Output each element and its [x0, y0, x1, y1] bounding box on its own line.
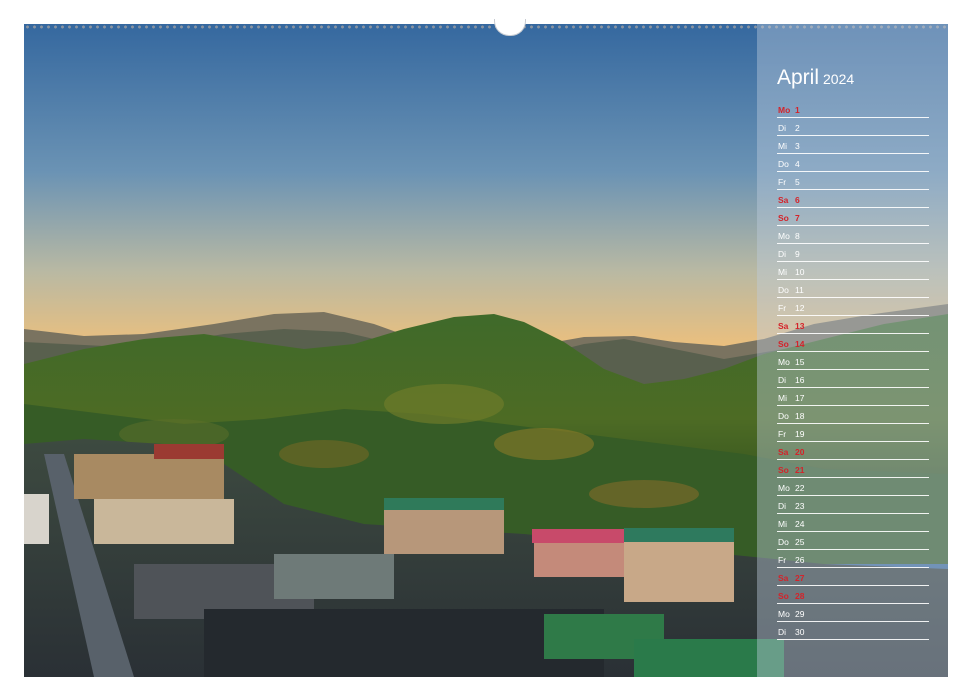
day-row: Sa 20 — [777, 442, 929, 460]
day-row: Do 11 — [777, 280, 929, 298]
weekday-label: Mi — [778, 141, 787, 151]
weekday-label: Do — [778, 537, 789, 547]
day-number: 10 — [795, 267, 805, 277]
day-number: 1 — [795, 105, 800, 115]
weekday-label: Sa — [778, 321, 789, 331]
day-row: Fr 19 — [777, 424, 929, 442]
weekday-label: So — [778, 213, 789, 223]
weekday-label: Mi — [778, 393, 787, 403]
weekday-label: Mi — [778, 267, 787, 277]
day-row: Do 18 — [777, 406, 929, 424]
day-number: 24 — [795, 519, 805, 529]
weekday-label: So — [778, 465, 789, 475]
day-number: 27 — [795, 573, 805, 583]
calendar-page: April 2024 Mo 1 Di 2 Mi 3 Do 4 Fr 5 Sa 6 So 7 Mo 8 Di 9 Mi 1… — [0, 0, 971, 700]
day-number: 11 — [795, 285, 804, 295]
day-row: Sa 27 — [777, 568, 929, 586]
day-number: 28 — [795, 591, 805, 601]
year: 2024 — [823, 71, 855, 87]
day-number: 9 — [795, 249, 800, 259]
day-row: So 21 — [777, 460, 929, 478]
weekday-label: Fr — [778, 555, 787, 565]
day-number: 19 — [795, 429, 805, 439]
day-row: Fr 26 — [777, 550, 929, 568]
day-number: 8 — [795, 231, 800, 241]
day-row: Mi 10 — [777, 262, 929, 280]
day-number: 25 — [795, 537, 805, 547]
day-number: 4 — [795, 159, 800, 169]
day-row: Di 9 — [777, 244, 929, 262]
day-number: 5 — [795, 177, 800, 187]
weekday-label: Fr — [778, 177, 787, 187]
day-row: So 7 — [777, 208, 929, 226]
weekday-label: Sa — [778, 447, 789, 457]
weekday-label: Sa — [778, 195, 789, 205]
weekday-label: Di — [778, 375, 787, 385]
day-number: 16 — [795, 375, 805, 385]
day-number: 29 — [795, 609, 805, 619]
day-number: 18 — [795, 411, 805, 421]
calendar-panel: April 2024 Mo 1 Di 2 Mi 3 Do 4 Fr 5 Sa 6 So 7 Mo 8 Di 9 Mi 1… — [757, 24, 948, 677]
day-number: 12 — [795, 303, 805, 313]
weekday-label: Mo — [778, 357, 790, 367]
day-number: 20 — [795, 447, 805, 457]
weekday-label: So — [778, 591, 789, 601]
weekday-label: Fr — [778, 303, 787, 313]
day-row: Di 23 — [777, 496, 929, 514]
day-row: Mo 1 — [777, 100, 929, 118]
weekday-label: Mi — [778, 519, 787, 529]
day-row: Mo 22 — [777, 478, 929, 496]
day-number: 22 — [795, 483, 805, 493]
day-number: 30 — [795, 627, 805, 637]
hanger-hole — [494, 19, 526, 36]
weekday-label: Do — [778, 285, 789, 295]
day-number: 13 — [795, 321, 805, 331]
month-heading: April 2024 — [777, 66, 854, 90]
day-number: 26 — [795, 555, 805, 565]
day-row: Fr 12 — [777, 298, 929, 316]
day-number: 23 — [795, 501, 805, 511]
day-number: 17 — [795, 393, 805, 403]
weekday-label: Mo — [778, 105, 791, 115]
day-number: 15 — [795, 357, 805, 367]
day-row: Fr 5 — [777, 172, 929, 190]
day-row: Mi 24 — [777, 514, 929, 532]
day-row: Do 4 — [777, 154, 929, 172]
day-row: Mo 15 — [777, 352, 929, 370]
day-row: Di 2 — [777, 118, 929, 136]
weekday-label: Do — [778, 159, 789, 169]
day-number: 21 — [795, 465, 805, 475]
day-row: Di 16 — [777, 370, 929, 388]
day-number: 7 — [795, 213, 800, 223]
day-row: So 14 — [777, 334, 929, 352]
weekday-label: Mo — [778, 231, 790, 241]
day-number: 6 — [795, 195, 800, 205]
weekday-label: Fr — [778, 429, 787, 439]
day-row: So 28 — [777, 586, 929, 604]
day-row: Mi 17 — [777, 388, 929, 406]
weekday-label: Mo — [778, 609, 790, 619]
weekday-label: Sa — [778, 573, 789, 583]
day-row: Mo 29 — [777, 604, 929, 622]
day-row: Sa 13 — [777, 316, 929, 334]
weekday-label: Di — [778, 249, 787, 259]
day-number: 3 — [795, 141, 800, 151]
weekday-label: So — [778, 339, 789, 349]
day-list: Mo 1 Di 2 Mi 3 Do 4 Fr 5 Sa 6 So 7 Mo 8 Di 9 Mi 10 Do 11 Fr 12 S… — [777, 100, 929, 640]
weekday-label: Di — [778, 123, 787, 133]
weekday-label: Di — [778, 627, 787, 637]
day-row: Mi 3 — [777, 136, 929, 154]
month-name: April — [777, 66, 820, 89]
weekday-label: Di — [778, 501, 787, 511]
day-row: Sa 6 — [777, 190, 929, 208]
day-row: Mo 8 — [777, 226, 929, 244]
weekday-label: Mo — [778, 483, 790, 493]
day-row: Di 30 — [777, 622, 929, 640]
day-row: Do 25 — [777, 532, 929, 550]
day-number: 14 — [795, 339, 805, 349]
day-number: 2 — [795, 123, 800, 133]
weekday-label: Do — [778, 411, 789, 421]
